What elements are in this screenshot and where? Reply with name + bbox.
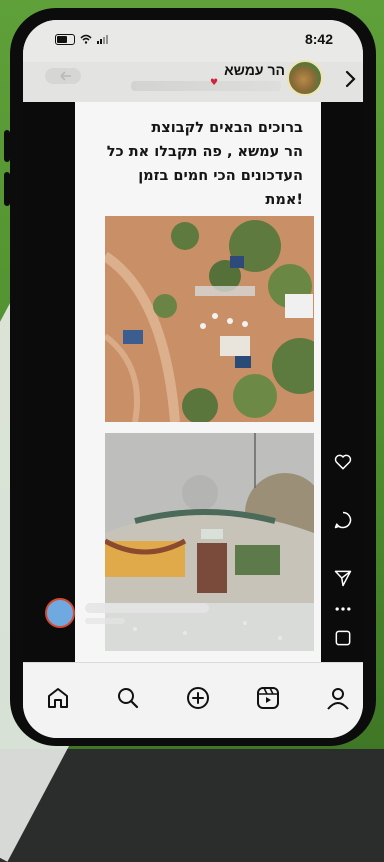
status-bar: 8:42 bbox=[23, 20, 363, 62]
bookmark-icon[interactable] bbox=[333, 628, 353, 648]
heart-badge-icon: ♥ bbox=[210, 78, 219, 88]
status-time: 8:42 bbox=[304, 31, 333, 47]
search-icon[interactable] bbox=[115, 685, 141, 711]
building-photo-graphic bbox=[105, 433, 314, 651]
battery-icon bbox=[55, 33, 75, 45]
header-subtitle-blurred bbox=[131, 81, 281, 91]
action-rail bbox=[323, 432, 363, 682]
profile-icon[interactable] bbox=[325, 685, 351, 711]
status-icons bbox=[55, 32, 108, 46]
chevron-right-icon[interactable] bbox=[339, 67, 363, 91]
avatar[interactable] bbox=[287, 60, 323, 96]
heart-icon[interactable] bbox=[333, 452, 353, 472]
chat-header: הר עמשא ♥ bbox=[23, 60, 363, 102]
record-progress-bar bbox=[85, 603, 209, 613]
page-title[interactable]: הר עמשא bbox=[224, 62, 285, 78]
bottom-tab-bar bbox=[23, 662, 363, 738]
send-icon[interactable] bbox=[333, 568, 353, 588]
screen-record-indicator[interactable] bbox=[45, 598, 75, 628]
back-button[interactable] bbox=[45, 68, 81, 84]
side-button bbox=[4, 172, 10, 206]
post-card: ברוכים הבאים לקבוצת הר עמשא , פה תקבלו א… bbox=[75, 102, 321, 662]
aerial-camp-photo[interactable] bbox=[105, 216, 314, 422]
plus-circle-icon[interactable] bbox=[185, 685, 211, 711]
building-photo[interactable] bbox=[105, 433, 314, 651]
phone-screen: 8:42 הר עמשא ♥ ברוכים הבאים לקבוצת הר עמ… bbox=[23, 20, 363, 738]
arrow-left-icon bbox=[60, 71, 71, 81]
reels-icon[interactable] bbox=[255, 685, 281, 711]
wifi-icon bbox=[80, 34, 92, 44]
side-button bbox=[4, 130, 10, 162]
post-viewer: ברוכים הבאים לקבוצת הר עמשא , פה תקבלו א… bbox=[23, 102, 363, 662]
record-progress-bar-secondary bbox=[85, 618, 125, 624]
home-icon[interactable] bbox=[45, 685, 71, 711]
post-caption: ברוכים הבאים לקבוצת הר עמשא , פה תקבלו א… bbox=[106, 120, 303, 208]
signal-icon bbox=[97, 34, 108, 44]
aerial-photo-graphic bbox=[105, 216, 314, 422]
comment-icon[interactable] bbox=[333, 510, 353, 530]
more-dots-icon[interactable] bbox=[333, 604, 353, 614]
